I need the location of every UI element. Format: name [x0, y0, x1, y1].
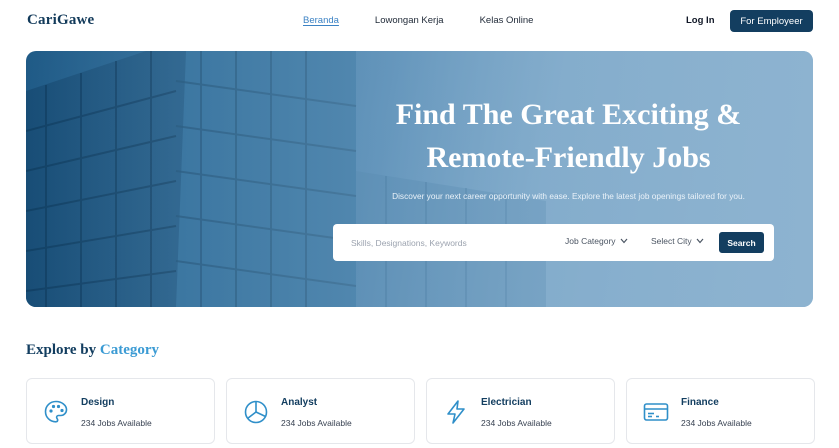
hero-banner: Find The Great Exciting & Remote-Friendl… — [26, 51, 813, 307]
login-link[interactable]: Log In — [686, 15, 715, 26]
building-background-image — [26, 51, 813, 307]
select-city-dropdown[interactable]: Select City — [651, 236, 704, 246]
lightning-icon — [447, 400, 465, 424]
category-card-analyst[interactable]: Analyst 234 Jobs Available — [226, 378, 415, 444]
category-job-count: 234 Jobs Available — [81, 418, 152, 428]
hero-title-line-2: Remote-Friendly Jobs — [426, 141, 711, 174]
category-job-count: 234 Jobs Available — [481, 418, 552, 428]
hero-title-line-1: Find The Great Exciting & — [395, 98, 742, 131]
explore-heading-plain: Explore by — [26, 342, 97, 358]
header: CariGawe Beranda Lowongan Kerja Kelas On… — [0, 0, 839, 42]
credit-card-icon — [643, 403, 669, 421]
hero-subtitle: Discover your next career opportunity wi… — [392, 191, 745, 201]
explore-heading-accent: Category — [99, 342, 160, 358]
job-category-label: Job Category — [565, 236, 616, 246]
category-cards: Design 234 Jobs Available Analyst 234 Jo… — [26, 378, 815, 444]
category-card-finance[interactable]: Finance 234 Jobs Available — [626, 378, 815, 444]
category-card-electrician[interactable]: Electrician 234 Jobs Available — [426, 378, 615, 444]
palette-icon — [44, 400, 68, 423]
job-category-dropdown[interactable]: Job Category — [565, 236, 628, 246]
main-nav: Beranda Lowongan Kerja Kelas Online — [303, 15, 533, 26]
chevron-down-icon — [620, 238, 628, 244]
nav-kelas-online[interactable]: Kelas Online — [480, 15, 534, 26]
category-job-count: 234 Jobs Available — [681, 418, 752, 428]
category-card-design[interactable]: Design 234 Jobs Available — [26, 378, 215, 444]
category-job-count: 234 Jobs Available — [281, 418, 352, 428]
chevron-down-icon — [696, 238, 704, 244]
pie-chart-icon — [244, 400, 268, 424]
keyword-search-input[interactable] — [351, 234, 541, 251]
hero-title: Find The Great Exciting & Remote-Friendl… — [346, 93, 791, 179]
explore-category-heading: Explore by Category — [26, 342, 159, 359]
nav-lowongan-kerja[interactable]: Lowongan Kerja — [375, 15, 444, 26]
category-title: Finance — [681, 397, 719, 408]
job-search-bar: Job Category Select City Search — [333, 224, 774, 261]
for-employer-button[interactable]: For Employeer — [730, 10, 813, 32]
search-button[interactable]: Search — [719, 232, 764, 253]
nav-beranda[interactable]: Beranda — [303, 15, 339, 26]
category-title: Analyst — [281, 397, 318, 408]
category-title: Design — [81, 397, 115, 408]
select-city-label: Select City — [651, 236, 692, 246]
category-title: Electrician — [481, 397, 532, 408]
logo[interactable]: CariGawe — [27, 12, 94, 29]
